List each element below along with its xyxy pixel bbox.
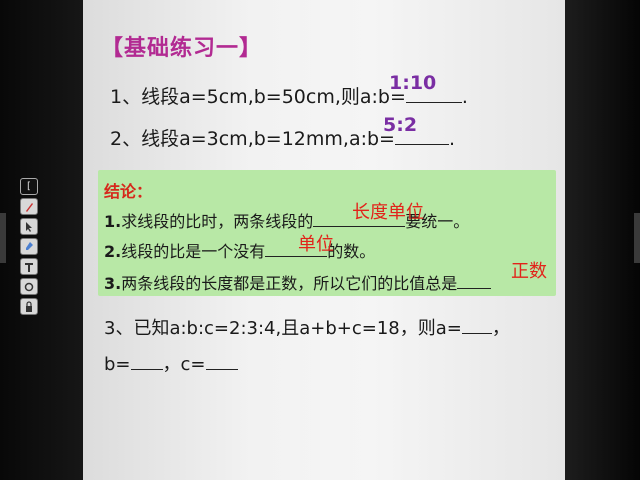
conclusion-line-3-blank xyxy=(457,272,492,289)
slide-title: 【基础练习一】 xyxy=(101,36,263,61)
arrow-icon[interactable] xyxy=(20,218,38,235)
question-1-text: 1、线段a=5cm,b=50cm,则a:b= xyxy=(110,86,406,108)
question-2-end: . xyxy=(448,128,456,150)
question-3-line-1-end: ， xyxy=(491,318,510,339)
conclusion-line-1-number: 1. xyxy=(104,212,122,231)
conclusion-line-3: 3.两条线段的长度都是正数，所以它们的比值总是 xyxy=(104,270,492,294)
pen-icon[interactable] xyxy=(20,198,38,215)
question-3-line-2: b= ，c= xyxy=(104,350,238,376)
conclusion-line-3-answer: 正数 xyxy=(511,261,547,282)
question-3-c-label: ，c= xyxy=(162,354,206,375)
question-1-end: . xyxy=(461,86,468,108)
lock-icon[interactable] xyxy=(20,298,38,315)
conclusion-line-3-number: 3. xyxy=(104,274,122,293)
question-3-text: 3、已知a:b:c=2:3:4,且a+b+c=18，则a= xyxy=(104,318,462,339)
question-3-blank-a xyxy=(461,315,492,334)
question-2-text: 2、线段a=3cm,b=12mm,a:b= xyxy=(110,128,395,150)
conclusion-line-3-text: 两条线段的长度都是正数，所以它们的比值总是 xyxy=(121,274,458,293)
conclusion-line-2-number: 2. xyxy=(104,242,122,261)
conclusion-line-1-text: 求线段的比时，两条线段的 xyxy=(121,212,314,231)
conclusion-title: 结论： xyxy=(104,182,153,201)
conclusion-line-2-answer: 单位 xyxy=(298,234,334,255)
question-3-line-1: 3、已知a:b:c=2:3:4,且a+b+c=18，则a= ， xyxy=(104,314,510,340)
question-3-b-label: b= xyxy=(104,354,131,375)
left-edge-handle[interactable] xyxy=(0,213,6,263)
conclusion-line-2-suffix: 的数。 xyxy=(327,242,376,261)
right-frame xyxy=(565,0,640,480)
conclusion-line-1-answer: 长度单位 xyxy=(352,202,424,223)
conclusion-line-2-text: 线段的比是一个没有 xyxy=(121,242,266,261)
question-2-answer: 5:2 xyxy=(383,114,418,136)
question-3-blank-c xyxy=(205,351,238,370)
question-3-blank-b xyxy=(130,351,163,370)
right-edge-handle[interactable] xyxy=(634,213,640,263)
bracket-icon[interactable]: [ xyxy=(20,178,38,195)
eraser-icon[interactable] xyxy=(20,278,38,295)
text-icon[interactable] xyxy=(20,258,38,275)
question-1-answer: 1:10 xyxy=(389,72,437,94)
conclusion-line-2: 2.线段的比是一个没有 的数。 xyxy=(104,238,375,262)
annotation-toolbar: [ xyxy=(18,178,42,336)
brush-icon[interactable] xyxy=(20,238,38,255)
